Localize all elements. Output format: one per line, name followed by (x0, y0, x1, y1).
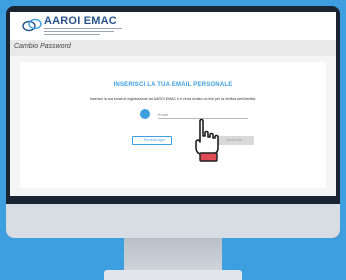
aaroi-logo-icon (22, 18, 42, 32)
logo[interactable]: AAROI EMAC (22, 15, 126, 36)
back-to-login-button[interactable]: ← Torna al login (132, 136, 172, 145)
page-title: Cambio Password (14, 43, 71, 50)
logo-tagline (44, 28, 124, 35)
pointing-hand-icon (195, 118, 219, 162)
monitor-stand (124, 238, 222, 272)
monitor-screen: AAROI EMAC Cambio Password INSERISCI LA … (10, 12, 336, 196)
monitor-base (104, 270, 242, 280)
page-title-bar: Cambio Password (10, 40, 336, 56)
user-circle-icon (140, 109, 150, 119)
form-heading: INSERISCI LA TUA EMAIL PERSONALE (113, 82, 233, 88)
logo-text: AAROI EMAC (44, 15, 117, 27)
reset-card: INSERISCI LA TUA EMAIL PERSONALE Inseris… (20, 62, 326, 188)
monitor-chin (6, 204, 340, 238)
content-area: INSERISCI LA TUA EMAIL PERSONALE Inseris… (10, 56, 336, 196)
form-instructions: Inserisci la tua email di registrazione … (89, 97, 257, 101)
app-header: AAROI EMAC (10, 12, 336, 38)
